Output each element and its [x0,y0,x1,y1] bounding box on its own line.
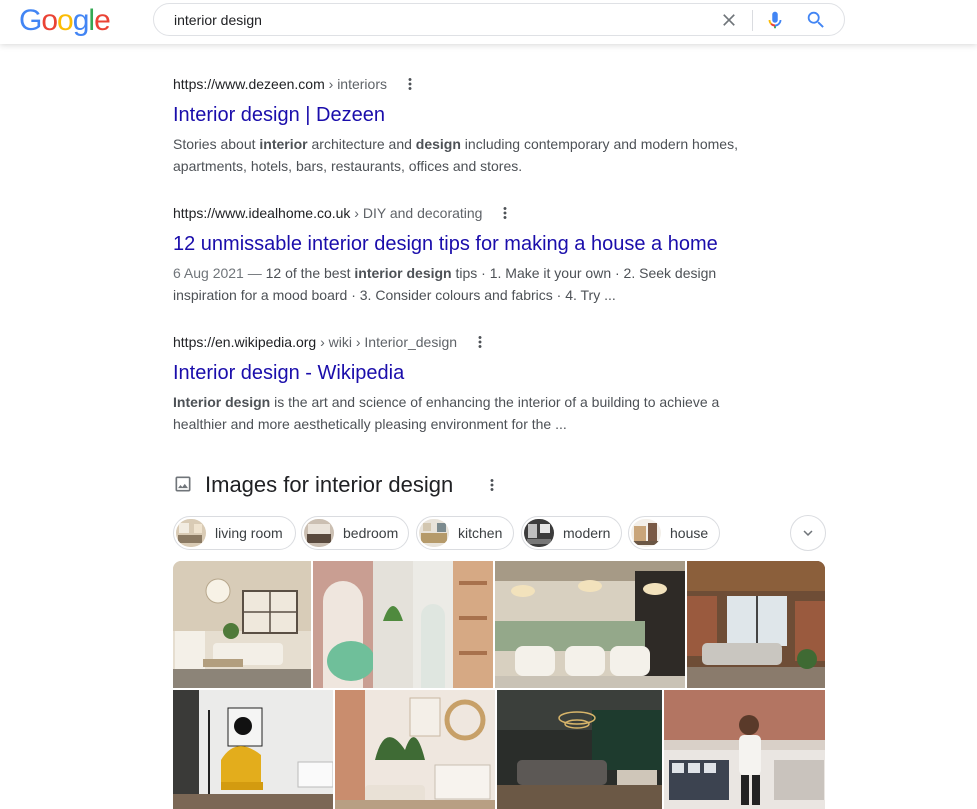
snippet-highlight: interior [259,136,308,152]
google-logo[interactable]: Google [19,4,111,38]
chip-label: modern [563,525,611,541]
snippet-highlight: interior design [354,265,452,281]
chip-bedroom[interactable]: bedroom [301,516,409,550]
expand-chips-button[interactable] [790,515,826,551]
result-cite[interactable]: https://en.wikipedia.org › wiki › Interi… [173,332,753,352]
cite-host: https://www.dezeen.com [173,76,325,92]
image-result-restaurant[interactable] [495,561,685,688]
result-title-link[interactable]: Interior design | Dezeen [173,102,753,128]
result-title-link[interactable]: Interior design - Wikipedia [173,360,753,386]
image-icon [173,474,193,494]
top-bar: Google [0,0,977,44]
snippet-text: 12 of the best [265,265,355,281]
cite-path: › DIY and decorating [350,205,483,221]
search-result: https://www.idealhome.co.uk › DIY and de… [173,203,753,306]
chip-thumbnail [176,519,206,547]
more-options-icon[interactable] [496,204,514,222]
logo-letter: o [41,4,58,37]
chip-thumbnail [419,519,449,547]
search-box-divider [752,10,753,31]
logo-letter: o [57,4,74,37]
result-date: 6 Aug 2021 — [173,265,266,281]
chip-thumbnail [631,519,661,547]
chip-thumbnail [524,519,554,547]
logo-letter: g [72,4,90,37]
search-result: https://en.wikipedia.org › wiki › Interi… [173,332,753,435]
chip-label: house [670,525,709,541]
chip-kitchen[interactable]: kitchen [416,516,514,550]
result-cite[interactable]: https://www.dezeen.com › interiors [173,74,753,94]
images-section-header: Images for interior design [173,470,573,500]
cite-host: https://en.wikipedia.org [173,334,317,350]
chevron-down-icon [803,530,813,536]
image-result-boutique[interactable] [664,690,825,809]
chip-label: bedroom [343,525,399,541]
result-snippet: 6 Aug 2021 — 12 of the best interior des… [173,262,753,306]
logo-letter: G [19,4,42,37]
more-options-icon[interactable] [483,476,501,494]
snippet-text: architecture and [307,136,416,152]
more-options-icon[interactable] [471,333,489,351]
microphone-icon[interactable] [764,9,786,31]
chip-label: living room [215,525,283,541]
search-icon[interactable] [805,9,827,31]
cite-host: https://www.idealhome.co.uk [173,205,351,221]
chip-label: kitchen [458,525,503,541]
result-cite[interactable]: https://www.idealhome.co.uk › DIY and de… [173,203,753,223]
snippet-text: Stories about [173,136,260,152]
image-result-plants-sideboard[interactable] [335,690,495,809]
result-snippet: Stories about interior architecture and … [173,133,753,177]
more-options-icon[interactable] [401,75,419,93]
image-result-yellow-chair[interactable] [173,690,333,809]
snippet-highlight: design [415,136,461,152]
search-input[interactable] [174,10,694,30]
image-result-pastel-arches[interactable] [313,561,493,688]
search-result: https://www.dezeen.com › interiors Inter… [173,74,753,177]
image-result-brick-loft[interactable] [687,561,825,688]
close-icon[interactable] [719,10,739,30]
image-filter-chips: living room bedroom kitchen modern house [173,516,733,550]
chip-modern[interactable]: modern [521,516,622,550]
snippet-highlight: Interior design [173,394,271,410]
cite-path: › interiors [324,76,387,92]
image-results-grid [173,561,825,809]
images-section-title[interactable]: Images for interior design [205,470,453,500]
image-result-dark-living[interactable] [497,690,662,809]
chip-thumbnail [304,519,334,547]
chip-house[interactable]: house [628,516,720,550]
search-box[interactable] [153,3,845,36]
image-result-living-room-chandelier[interactable] [173,561,311,688]
result-title-link[interactable]: 12 unmissable interior design tips for m… [173,231,753,257]
cite-path: › wiki › Interior_design [316,334,458,350]
result-snippet: Interior design is the art and science o… [173,391,753,435]
logo-letter: e [94,4,111,37]
chip-living-room[interactable]: living room [173,516,296,550]
